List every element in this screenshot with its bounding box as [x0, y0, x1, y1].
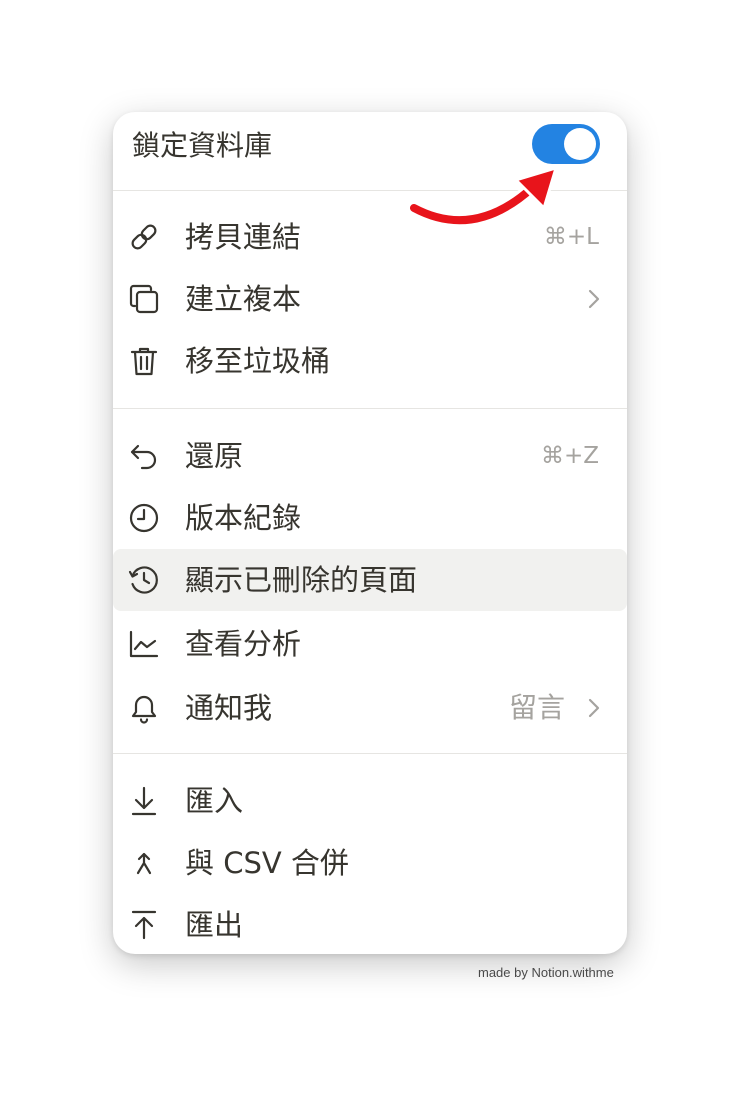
export-icon — [127, 908, 161, 942]
menu-item-import[interactable]: 匯入 — [113, 770, 627, 832]
menu-item-label: 版本紀錄 — [185, 501, 302, 535]
lock-database-toggle[interactable] — [532, 124, 600, 164]
menu-item-label: 拷貝連結 — [185, 220, 302, 254]
menu-item-version-history[interactable]: 版本紀錄 — [113, 487, 627, 549]
menu-item-label: 顯示已刪除的頁面 — [185, 563, 418, 597]
menu-item-undo[interactable]: 還原 ⌘+Z — [113, 425, 627, 487]
menu-item-show-deleted-pages[interactable]: 顯示已刪除的頁面 — [113, 549, 627, 611]
annotation-arrow-icon — [407, 166, 558, 228]
lock-database-label: 鎖定資料庫 — [132, 129, 273, 162]
chevron-right-icon — [588, 289, 600, 309]
bell-icon — [127, 691, 161, 725]
menu-item-label: 匯入 — [185, 784, 244, 818]
menu-item-duplicate[interactable]: 建立複本 — [113, 268, 627, 330]
menu-item-label: 還原 — [185, 439, 244, 473]
duplicate-icon — [127, 282, 161, 316]
notify-me-value: 留言 — [508, 691, 565, 724]
menu-item-export[interactable]: 匯出 — [113, 894, 627, 954]
merge-icon — [127, 846, 161, 880]
history-icon — [127, 563, 161, 597]
undo-icon — [127, 439, 161, 473]
shortcut-hint: ⌘+Z — [540, 443, 599, 469]
menu-item-label: 匯出 — [185, 908, 244, 942]
chevron-right-icon — [588, 698, 600, 718]
watermark: made by Notion.withme — [478, 965, 614, 980]
analytics-icon — [127, 627, 161, 661]
menu-item-label: 建立複本 — [185, 282, 302, 316]
clock-icon — [127, 501, 161, 535]
trash-icon — [127, 344, 161, 378]
menu-item-label: 查看分析 — [185, 627, 302, 661]
menu-item-label: 移至垃圾桶 — [185, 344, 331, 378]
menu-item-label: 與 CSV 合併 — [185, 846, 349, 880]
import-icon — [127, 784, 161, 818]
divider — [113, 753, 627, 754]
link-icon — [127, 220, 161, 254]
menu-item-view-analytics[interactable]: 查看分析 — [113, 613, 627, 675]
menu-item-label: 通知我 — [185, 691, 273, 725]
divider — [113, 408, 627, 409]
menu-item-move-to-trash[interactable]: 移至垃圾桶 — [113, 330, 627, 392]
menu-item-notify-me[interactable]: 通知我 留言 — [113, 677, 627, 739]
menu-item-merge-csv[interactable]: 與 CSV 合併 — [113, 832, 627, 894]
toggle-knob — [564, 128, 596, 160]
